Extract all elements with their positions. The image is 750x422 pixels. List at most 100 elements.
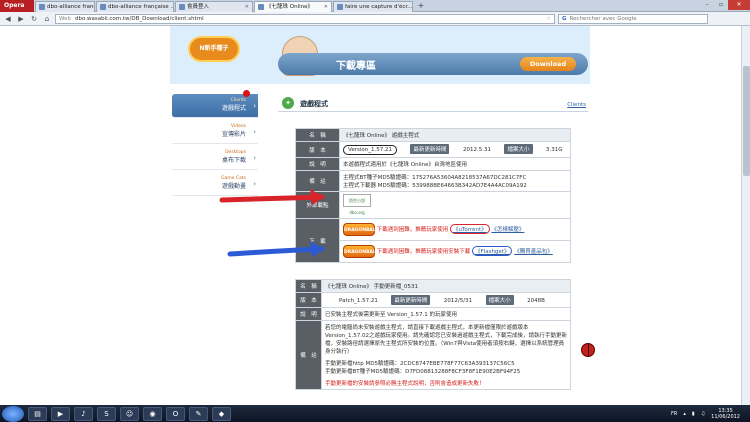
patch-info-table: 名 稱 《七龍珠 Online》 手動更新檔_0531 版 本 Patch_1.…: [295, 279, 571, 390]
forward-icon[interactable]: ▶: [16, 14, 26, 24]
description-value: 本遊戲程式適用於《七龍珠 Online》台灣地區使用: [339, 157, 571, 171]
tab-close-icon[interactable]: ✕: [324, 2, 328, 12]
search-input[interactable]: G Rechercher avec Google: [558, 13, 708, 24]
tab-capture-ecran[interactable]: faire une capture d'écr... ✕: [333, 1, 413, 12]
dragonball-download-button[interactable]: DRAGONBALL: [343, 245, 379, 258]
download-button[interactable]: Download: [520, 57, 576, 71]
note-line: 主程式BT種子MD5驗證碼：175276A53604A8218537A67DC2…: [343, 175, 527, 181]
buy-pack-link[interactable]: 《購買產品包》: [514, 249, 553, 255]
media-player-icon[interactable]: ♪: [74, 406, 93, 421]
start-button[interactable]: [2, 405, 24, 422]
sidebar-item-label: 宣傳影片: [221, 131, 246, 138]
sidebar-item-label: 遊戲程式: [221, 105, 246, 112]
utorrent-link-text: 《uTorrent》: [453, 227, 487, 233]
note-line: 手動更新檔http MD5驗證碼：2CDC8747EBE778F77C63A39…: [325, 361, 515, 367]
table-row: 下 載 DRAGONBALL 下載遇到困難，推薦玩家使用 《uTorrent》 …: [295, 218, 571, 263]
sidebar-item-en: Game Cats: [221, 176, 246, 181]
notepad-icon[interactable]: ✎: [189, 406, 208, 421]
row-label: 備 註: [295, 170, 340, 192]
version-row: Version_1.57.21 最新更新時間 2012.5.31 檔案大小 3.…: [339, 141, 571, 158]
section-title: 遊戲程式: [300, 100, 328, 108]
download-banner: N新手種子 下載專區 Download: [170, 26, 590, 84]
section-icon: ✦: [282, 97, 294, 109]
screen: Opera dbo-alliance française ... ✕ dbo-a…: [0, 0, 750, 422]
firefox-icon[interactable]: ◉: [143, 406, 162, 421]
vertical-scrollbar[interactable]: [741, 26, 750, 405]
sidebar-item-desktops[interactable]: Desktops 桌布下載 ›: [172, 146, 258, 170]
file-size-label: 檔案大小: [485, 295, 514, 305]
table-row: 說 明 已安裝主程式後需更新至 Version_1.57.1 的玩家使用: [295, 307, 571, 321]
media-icon[interactable]: ▶: [51, 406, 70, 421]
ladybug-icon[interactable]: [581, 343, 595, 357]
back-icon[interactable]: ◀: [3, 14, 13, 24]
update-time-value: 2012/5/31: [443, 298, 473, 304]
url-field[interactable]: Web dbo.wasabii.com.tw/DB_Download/clien…: [55, 13, 555, 24]
flashget-link-text: 《Flashget》: [475, 249, 510, 255]
tab-member-login[interactable]: 會員登入 ✕: [175, 1, 253, 12]
tab-favicon-icon: [258, 4, 264, 10]
external-mirror-logo[interactable]: 悟空小說 dbo.org: [343, 194, 371, 215]
messenger-icon[interactable]: ☺: [120, 406, 139, 421]
tray-arrow-icon[interactable]: ▴: [683, 411, 686, 417]
scrollbar-thumb[interactable]: [743, 66, 750, 176]
row-label: 版 本: [295, 141, 340, 158]
opera-icon[interactable]: O: [166, 406, 185, 421]
window-controls: – ▫ ✕: [700, 0, 750, 11]
note-cell: 主程式BT種子MD5驗證碼：175276A53604A8218537A67DC2…: [339, 170, 571, 192]
folder-icon[interactable]: ▤: [28, 406, 47, 421]
chevron-right-icon: ›: [253, 180, 256, 188]
volume-icon[interactable]: ♫: [701, 411, 705, 417]
tab-dbo-alliance-1[interactable]: dbo-alliance française ... ✕: [35, 1, 95, 12]
utorrent-link[interactable]: 《uTorrent》: [450, 224, 490, 234]
table-row: 名 稱 《七龍珠 Online》 遊戲主程式: [295, 128, 571, 142]
update-time-value: 2012.5.31: [462, 147, 491, 153]
bookmark-star-icon[interactable]: ☆: [546, 15, 554, 23]
sidebar-item-videos[interactable]: Videos 宣傳影片 ›: [172, 120, 258, 144]
file-size-value: 2048B: [527, 298, 545, 304]
tab-dragonball-online[interactable]: 《七龍珠 Online》 ✕: [254, 1, 332, 12]
table-row: 備 註 主程式BT種子MD5驗證碼：175276A53604A8218537A6…: [295, 170, 571, 192]
version-row: Patch_1.57.21 最新更新時間 2012/5/31 檔案大小 2048…: [321, 292, 571, 308]
skype-icon[interactable]: S: [97, 406, 116, 421]
minimize-icon[interactable]: –: [700, 0, 714, 10]
download-bar: 下載專區 Download: [278, 53, 588, 75]
row-label: 版 本: [295, 292, 322, 308]
notification-dot: [243, 90, 250, 97]
sidebar-item-clients[interactable]: Clients 遊戲程式 ›: [172, 90, 258, 118]
sidebar-item-label: 遊戲動畫: [221, 183, 246, 190]
table-row: 外部載點 悟空小說 dbo.org: [295, 191, 571, 219]
chevron-right-icon: ›: [253, 154, 256, 162]
web-page: N新手種子 下載專區 Download Clients 遊戲程式 › Video…: [0, 26, 750, 405]
reload-icon[interactable]: ↻: [29, 14, 39, 24]
row-label: 外部載點: [295, 191, 340, 219]
tab-close-icon[interactable]: ✕: [245, 2, 249, 12]
game-icon[interactable]: ◆: [212, 406, 231, 421]
system-tray: FR ▴ ▮ ♫ 13:35 11/06/2012: [671, 408, 750, 420]
network-icon[interactable]: ▮: [692, 411, 695, 417]
row-label: 名 稱: [295, 279, 322, 293]
newbie-logo[interactable]: N新手種子: [188, 36, 240, 62]
tab-label: dbo-alliance française ...: [47, 4, 94, 10]
section-title-en[interactable]: Clients: [567, 102, 586, 108]
sidebar-item-game-cats[interactable]: Game Cats 遊戲動畫 ›: [172, 172, 258, 196]
language-indicator[interactable]: FR: [671, 411, 677, 417]
tab-favicon-icon: [337, 4, 343, 10]
flashget-link[interactable]: 《Flashget》: [472, 246, 513, 256]
flashget-hint: 下載遇到困難，推薦玩家使用安裝下載: [376, 249, 471, 255]
clock[interactable]: 13:35 11/06/2012: [711, 408, 740, 420]
tab-label: 會員登入: [187, 4, 210, 10]
note-paragraph: 若您的電腦尚未安裝遊戲主程式，請直接下載遊戲主程式，本更新檔僅限於遊戲版本 Ve…: [325, 325, 567, 355]
clock-date: 11/06/2012: [711, 413, 740, 420]
maximize-icon[interactable]: ▫: [714, 0, 728, 10]
tab-label: faire une capture d'écr...: [345, 4, 413, 10]
home-icon[interactable]: ⌂: [42, 14, 52, 24]
download-row-torrent: DRAGONBALL 下載遇到困難，推薦玩家使用 《uTorrent》 《怎樣解…: [339, 218, 571, 241]
tab-dbo-alliance-2[interactable]: dbo-alliance française ... ✕: [96, 1, 174, 12]
table-row: 版 本 Version_1.57.21 最新更新時間 2012.5.31 檔案大…: [295, 141, 571, 158]
close-window-icon[interactable]: ✕: [728, 0, 750, 10]
new-tab-button[interactable]: +: [415, 1, 427, 11]
unzip-help-link[interactable]: 《怎樣解壓》: [491, 227, 524, 233]
opera-menu-button[interactable]: Opera: [0, 0, 34, 12]
client-info-table: 名 稱 《七龍珠 Online》 遊戲主程式 版 本 Version_1.57.…: [295, 128, 571, 263]
dragonball-torrent-button[interactable]: DRAGONBALL: [343, 223, 379, 236]
